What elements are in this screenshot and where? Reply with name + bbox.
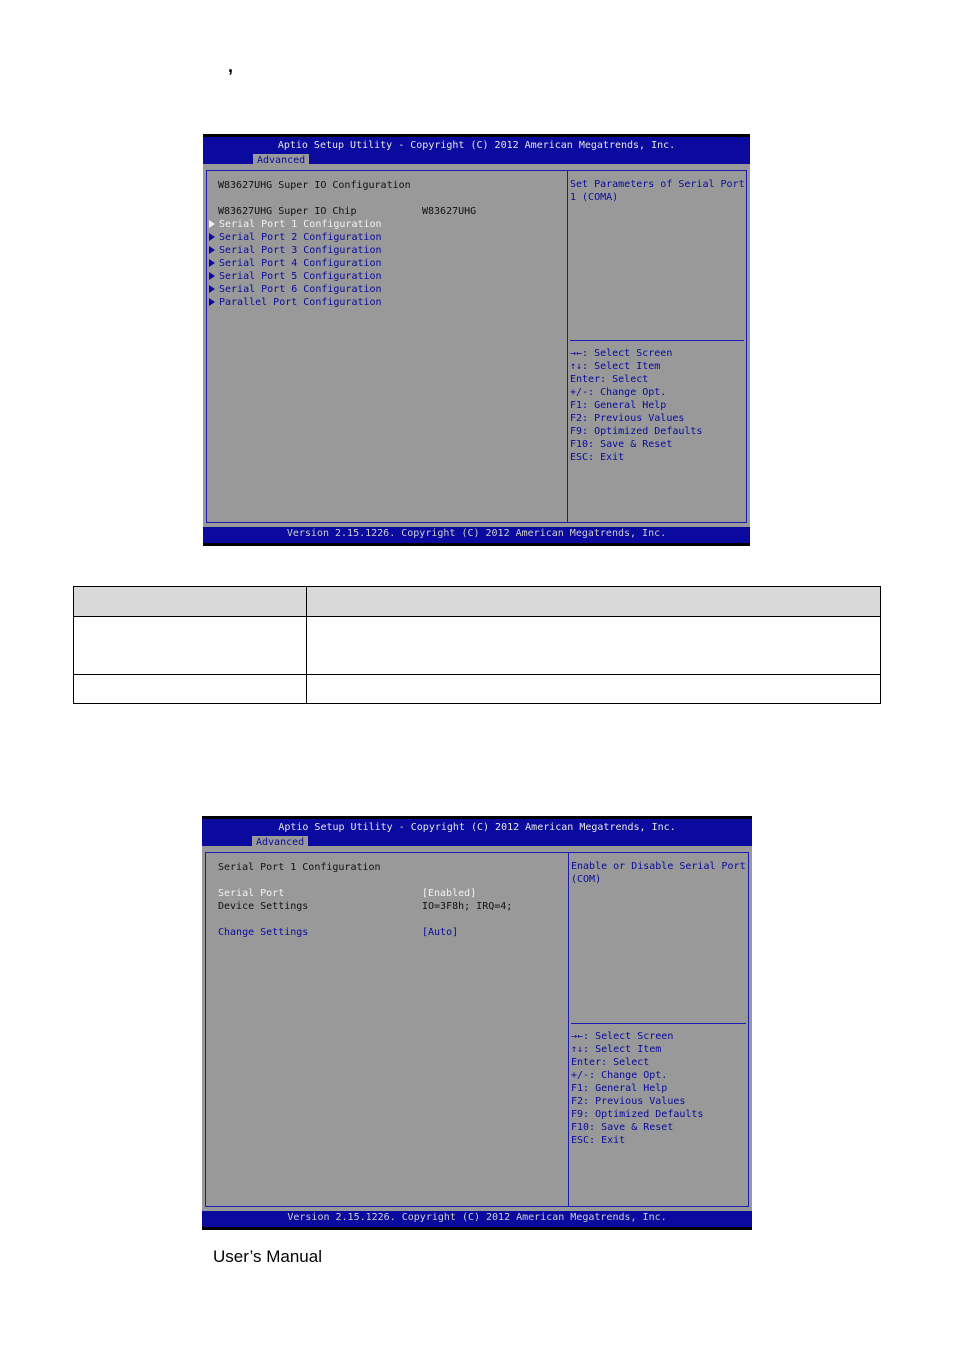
table-cell [73,616,307,675]
table-cell [306,616,881,675]
menu-item-serial-port-2[interactable]: Serial Port 2 Configuration [209,231,382,244]
tab-advanced[interactable]: Advanced [252,836,309,849]
table-row [73,616,881,675]
key-hint: →←: Select Screen [571,1031,674,1042]
text-fragment: , [228,56,234,76]
menu-item-parallel-port[interactable]: Parallel Port Configuration [209,296,382,309]
panel-heading: Serial Port 1 Configuration [218,862,381,873]
key-hint: +/-: Change Opt. [570,387,667,398]
panel-heading: W83627UHG Super IO Configuration [218,180,411,191]
menu-item-serial-port-4[interactable]: Serial Port 4 Configuration [209,257,382,270]
key-hint: ESC: Exit [570,452,625,463]
key-hint: ↑↓: Select Item [571,1044,662,1055]
help-panel: Set Parameters of Serial Port 1 (COMA) →… [567,170,747,523]
submenu-arrow-icon [209,298,215,306]
submenu-arrow-icon [209,259,215,267]
table-row [73,674,881,704]
key-hint: F9: Optimized Defaults [570,426,703,437]
key-hint: F1: General Help [570,400,667,411]
help-text-line-1: Set Parameters of Serial Port [570,179,745,190]
key-hint: ESC: Exit [571,1135,626,1146]
submenu-arrow-icon [209,246,215,254]
tab-advanced[interactable]: Advanced [253,154,310,167]
change-settings-option[interactable]: Change Settings [218,926,308,939]
menu-item-serial-port-1[interactable]: Serial Port 1 Configuration [209,218,382,231]
key-hint: F10: Save & Reset [571,1122,674,1133]
key-hint: +/-: Change Opt. [571,1070,668,1081]
submenu-arrow-icon [209,285,215,293]
chip-value: W83627UHG [422,206,477,217]
help-text-line-2: 1 (COMA) [570,192,619,203]
table-cell [73,674,307,704]
bios-title: Aptio Setup Utility - Copyright (C) 2012… [277,140,676,151]
settings-table [73,586,881,704]
bios-title-bar: Aptio Setup Utility - Copyright (C) 2012… [202,816,752,849]
bios-title-bar: Aptio Setup Utility - Copyright (C) 2012… [203,134,750,167]
menu-item-serial-port-6[interactable]: Serial Port 6 Configuration [209,283,382,296]
version-bar: Version 2.15.1226. Copyright (C) 2012 Am… [203,527,750,546]
table-header-row [73,586,881,617]
key-hint: Enter: Select [570,374,649,385]
bios-screenshot-serial-port-1: Aptio Setup Utility - Copyright (C) 2012… [202,816,752,1230]
menu-item-serial-port-3[interactable]: Serial Port 3 Configuration [209,244,382,257]
submenu-arrow-icon [209,220,215,228]
version-bar: Version 2.15.1226. Copyright (C) 2012 Am… [202,1211,752,1230]
bios-screenshot-super-io: Aptio Setup Utility - Copyright (C) 2012… [203,134,750,546]
key-hint: F2: Previous Values [571,1096,686,1107]
table-header-cell [306,586,881,617]
help-divider [570,340,744,341]
key-hint: ↑↓: Select Item [570,361,661,372]
serial-port-value[interactable]: [Enabled] [422,887,476,900]
main-panel: W83627UHG Super IO Configuration W83627U… [206,170,568,523]
serial-port-option[interactable]: Serial Port [218,887,284,900]
key-hint: F2: Previous Values [570,413,685,424]
help-text-line-2: (COM) [571,874,602,885]
page-footer: User’s Manual [213,1247,322,1266]
key-hint: F10: Save & Reset [570,439,673,450]
main-panel: Serial Port 1 Configuration Serial Port … [205,852,569,1207]
device-settings-label: Device Settings [218,901,309,912]
chip-label: W83627UHG Super IO Chip [218,206,357,217]
submenu-arrow-icon [209,272,215,280]
device-settings-value: IO=3F8h; IRQ=4; [422,901,513,912]
key-hint: F1: General Help [571,1083,668,1094]
bios-title: Aptio Setup Utility - Copyright (C) 2012… [278,822,676,833]
change-settings-value[interactable]: [Auto] [422,926,458,939]
help-divider [571,1023,746,1024]
help-text-line-1: Enable or Disable Serial Port [571,861,746,872]
help-panel: Enable or Disable Serial Port (COM) →←: … [568,852,749,1207]
table-header-cell [73,586,307,617]
menu-item-serial-port-5[interactable]: Serial Port 5 Configuration [209,270,382,283]
key-hint: F9: Optimized Defaults [571,1109,704,1120]
submenu-arrow-icon [209,233,215,241]
key-hint: →←: Select Screen [570,348,673,359]
key-hint: Enter: Select [571,1057,650,1068]
table-cell [306,674,881,704]
